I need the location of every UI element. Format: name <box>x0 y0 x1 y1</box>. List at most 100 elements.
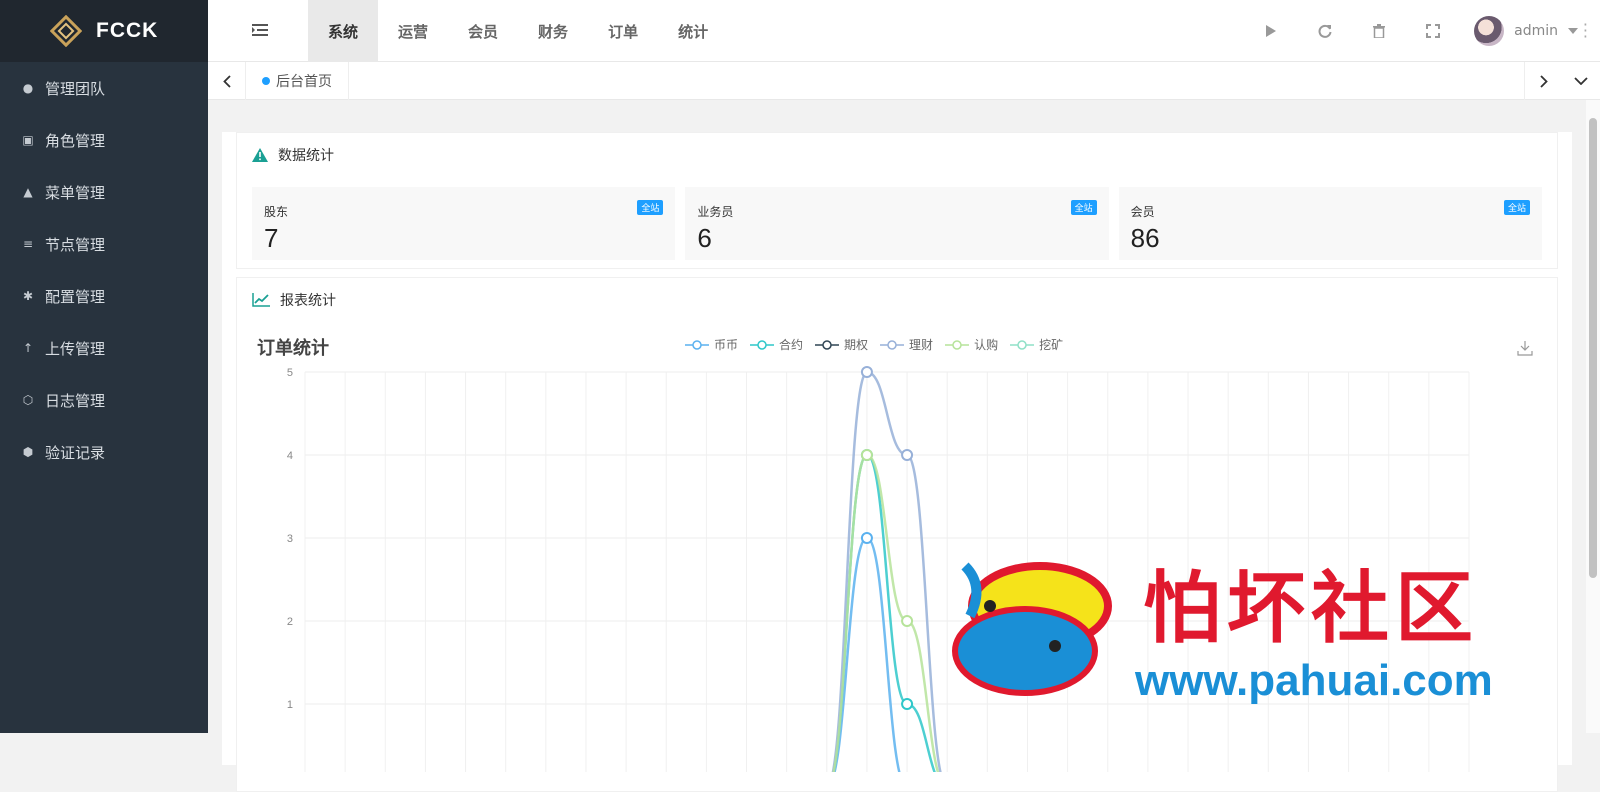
page-tab-label: 后台首页 <box>276 74 332 90</box>
warning-icon <box>252 148 268 162</box>
scope-badge: 全站 <box>1503 200 1530 215</box>
refresh-icon[interactable] <box>1298 0 1352 62</box>
scope-badge: 全站 <box>1070 200 1097 215</box>
y-tick-label: 1 <box>287 699 293 711</box>
sidebar-item-label: 菜单管理 <box>45 183 106 202</box>
active-dot-icon <box>262 77 270 85</box>
top-nav-tab[interactable]: 系统 <box>308 0 379 62</box>
sidebar-item-label: 节点管理 <box>45 235 106 254</box>
page-tab-home[interactable]: 后台首页 <box>246 62 349 100</box>
top-nav-tab[interactable]: 运营 <box>378 0 448 62</box>
more-vertical-icon[interactable]: · · · <box>1583 17 1588 45</box>
top-nav-tab[interactable]: 统计 <box>658 0 728 62</box>
list-icon: ≡ <box>22 237 34 251</box>
legend-label: 认购 <box>974 338 999 352</box>
y-tick-label: 3 <box>287 533 293 545</box>
tabs-dropdown-icon[interactable] <box>1562 62 1600 100</box>
sidebar-item[interactable]: ✱ 配置管理 <box>0 270 208 322</box>
report-card-title: 报表统计 <box>280 293 336 309</box>
sidebar-item-label: 验证记录 <box>45 443 106 462</box>
upload-icon: ↑ <box>22 341 34 355</box>
fish-logo-icon <box>952 562 1112 696</box>
legend-label: 理财 <box>909 338 934 352</box>
data-point <box>901 698 914 710</box>
chart-legend: 币币 合约 期权 理财 认购 挖矿 <box>685 336 1063 353</box>
tabs-scroll-left-icon[interactable] <box>208 62 246 100</box>
legend-label: 币币 <box>714 338 739 352</box>
top-bar: 系统 运营 会员 财务 订单 统计 admin · · · <box>208 0 1600 62</box>
sidebar-item-label: 管理团队 <box>45 79 106 98</box>
diamond-logo-icon <box>50 15 82 47</box>
avatar <box>1474 16 1505 46</box>
watermark: 怕坏社区 www.pahuai.com <box>945 546 1545 716</box>
data-point <box>860 449 873 461</box>
sidebar-item[interactable]: ⬡ 日志管理 <box>0 374 208 426</box>
stat-box: 会员 86 全站 <box>1118 187 1542 260</box>
menu-toggle-icon[interactable] <box>252 23 268 37</box>
page-tabs-bar: 后台首页 <box>208 62 1600 100</box>
report-card-header: 报表统计 <box>237 278 1557 322</box>
sidebar-menu: ● 管理团队 ▣ 角色管理 ▲ 菜单管理 ≡ 节点管理 ✱ 配置管理 ↑ 上传管理 ⬡ 日志管理 ⬢ 验证记录 <box>0 62 208 478</box>
log-icon: ⬡ <box>22 393 34 407</box>
legend-item[interactable]: 认购 <box>945 336 998 353</box>
legend-item[interactable]: 币币 <box>685 336 738 353</box>
stat-label: 股东 <box>264 205 289 219</box>
legend-item[interactable]: 期权 <box>815 336 868 353</box>
legend-label: 期权 <box>844 338 869 352</box>
user-menu[interactable]: admin <box>1460 0 1600 62</box>
legend-label: 挖矿 <box>1039 338 1064 352</box>
data-point <box>860 366 873 378</box>
legend-item[interactable]: 合约 <box>750 336 803 353</box>
toolbar-icons: admin <box>1244 0 1600 62</box>
y-tick-label: 5 <box>287 367 293 379</box>
scrollbar-thumb[interactable] <box>1589 118 1597 578</box>
sidebar-item[interactable]: ↑ 上传管理 <box>0 322 208 374</box>
fullscreen-icon[interactable] <box>1406 0 1460 62</box>
top-nav-tab[interactable]: 会员 <box>448 0 518 62</box>
sidebar-item[interactable]: ● 管理团队 <box>0 62 208 114</box>
top-nav-tab[interactable]: 订单 <box>588 0 658 62</box>
stat-box: 股东 7 全站 <box>252 187 676 260</box>
stats-card-title: 数据统计 <box>278 148 334 164</box>
watermark-cn-text: 怕坏社区 <box>1143 564 1480 654</box>
stat-box: 业务员 6 全站 <box>685 187 1109 260</box>
stats-card-header: 数据统计 <box>237 133 1557 177</box>
legend-marker-icon <box>815 339 840 350</box>
legend-item[interactable]: 理财 <box>880 336 933 353</box>
legend-marker-icon <box>685 339 709 350</box>
download-icon[interactable] <box>1517 340 1533 356</box>
scrollbar[interactable] <box>1586 100 1600 733</box>
sidebar-item[interactable]: ▲ 菜单管理 <box>0 166 208 218</box>
sidebar-item-label: 配置管理 <box>45 287 106 306</box>
chevron-down-icon <box>1568 28 1578 34</box>
username: admin <box>1514 23 1558 39</box>
legend-item[interactable]: 挖矿 <box>1010 336 1063 353</box>
logo[interactable]: FCCK <box>0 0 208 62</box>
report-card: 报表统计 <box>236 277 1558 322</box>
data-point <box>901 615 914 627</box>
chart-title: 订单统计 <box>257 338 329 359</box>
legend-marker-icon <box>945 339 970 350</box>
trash-icon[interactable] <box>1352 0 1406 62</box>
sidebar: FCCK ● 管理团队 ▣ 角色管理 ▲ 菜单管理 ≡ 节点管理 ✱ 配置管理 ↑ 上传管理 ⬡ 日志管理… <box>0 0 208 733</box>
gear-icon: ✱ <box>22 289 34 303</box>
play-icon[interactable] <box>1244 0 1298 62</box>
legend-marker-icon <box>1010 339 1035 350</box>
brand-name: FCCK <box>96 19 159 42</box>
user-icon: ● <box>22 81 34 95</box>
role-icon: ▣ <box>22 133 34 147</box>
legend-marker-icon <box>750 339 775 350</box>
stat-label: 业务员 <box>697 205 734 219</box>
sidebar-item[interactable]: ≡ 节点管理 <box>0 218 208 270</box>
sidebar-item[interactable]: ⬢ 验证记录 <box>0 426 208 478</box>
stat-value: 7 <box>264 223 279 253</box>
stats-row: 股东 7 全站 业务员 6 全站 会员 86 全站 <box>237 177 1557 268</box>
top-nav-tab[interactable]: 财务 <box>518 0 588 62</box>
sidebar-item-label: 上传管理 <box>45 339 106 358</box>
watermark-url-text: www.pahuai.com <box>1135 656 1493 705</box>
scope-badge: 全站 <box>637 200 664 215</box>
sidebar-item-label: 角色管理 <box>45 131 106 150</box>
tabs-scroll-right-icon[interactable] <box>1524 62 1562 100</box>
top-nav-tabs: 系统 运营 会员 财务 订单 统计 <box>308 0 728 62</box>
sidebar-item[interactable]: ▣ 角色管理 <box>0 114 208 166</box>
